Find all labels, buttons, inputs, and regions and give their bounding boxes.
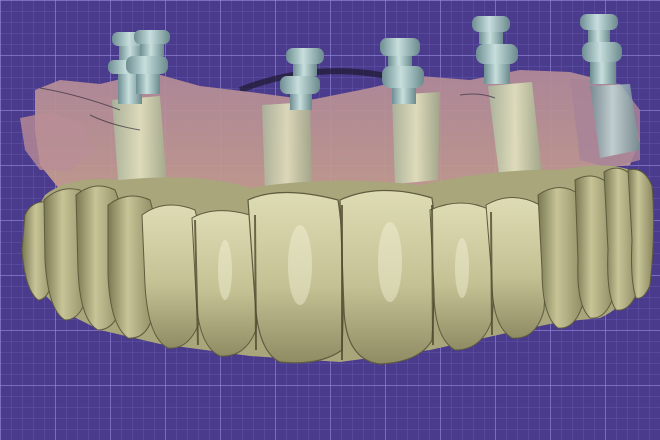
3d-viewport[interactable] bbox=[0, 0, 660, 440]
dental-model-render[interactable] bbox=[0, 0, 660, 440]
scan-body-6 bbox=[580, 14, 622, 84]
